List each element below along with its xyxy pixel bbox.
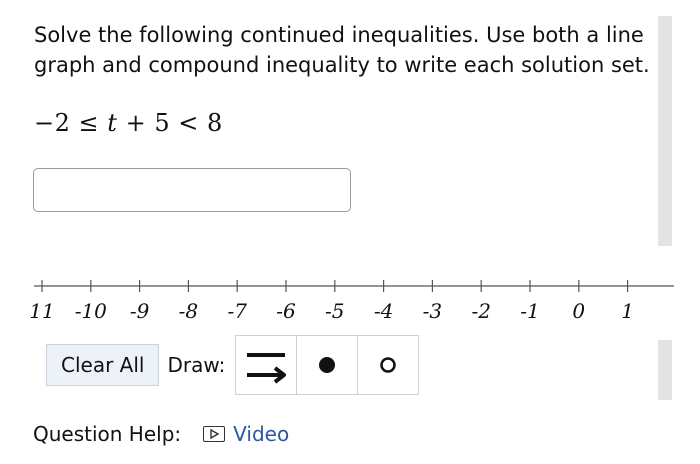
open-dot-tool-button[interactable] bbox=[358, 336, 419, 394]
ray-tool-button[interactable] bbox=[236, 336, 298, 394]
expression-op2: < bbox=[178, 109, 199, 137]
closed-dot-icon bbox=[319, 357, 336, 373]
expression-variable: t bbox=[107, 109, 118, 137]
expression-op1: ≤ bbox=[78, 109, 100, 137]
expression-lhs: −2 bbox=[34, 109, 71, 137]
open-dot-icon bbox=[380, 357, 397, 373]
question-text: Solve the following continued inequaliti… bbox=[34, 23, 650, 77]
scrollbar-bottom[interactable] bbox=[658, 340, 672, 400]
expression-rhs: 8 bbox=[207, 109, 223, 137]
number-line[interactable]: 11 -10 -9 -8 -7 -6 -5 -4 -3 -2 -1 0 1 bbox=[0, 270, 700, 330]
graph-toolbar: Clear All Draw: bbox=[46, 335, 420, 395]
question-help: Question Help: Video bbox=[33, 422, 289, 446]
video-link-label: Video bbox=[233, 422, 290, 446]
scrollbar-top[interactable] bbox=[658, 16, 672, 246]
number-line-tick-label: -2 bbox=[471, 299, 490, 323]
number-line-tick-label: -8 bbox=[179, 299, 198, 323]
number-line-tick-label: 0 bbox=[572, 299, 585, 323]
number-line-tick-label: 1 bbox=[621, 299, 634, 323]
video-play-icon bbox=[203, 426, 226, 442]
closed-dot-tool-button[interactable] bbox=[297, 336, 359, 394]
clear-all-button[interactable]: Clear All bbox=[46, 344, 160, 386]
number-line-tick-label: -7 bbox=[227, 299, 247, 323]
number-line-tick-label: -5 bbox=[325, 299, 344, 323]
expression-constant: 5 bbox=[154, 109, 171, 137]
draw-label: Draw: bbox=[167, 353, 226, 377]
number-line-tick-label: -4 bbox=[374, 299, 393, 323]
ray-tool-icon bbox=[247, 353, 287, 384]
number-line-tick-label: -3 bbox=[423, 299, 442, 323]
video-link[interactable]: Video bbox=[203, 422, 289, 446]
number-line-tick-label: -10 bbox=[75, 299, 107, 323]
answer-input[interactable] bbox=[33, 168, 351, 212]
expression-plus: + bbox=[125, 109, 147, 137]
draw-tool-group bbox=[235, 335, 420, 395]
number-line-tick-label: 11 bbox=[29, 299, 54, 323]
question-help-label: Question Help: bbox=[33, 422, 182, 446]
inequality-expression: −2 ≤ t + 5 < 8 bbox=[34, 109, 223, 137]
number-line-tick-label: -1 bbox=[520, 299, 539, 323]
number-line-tick-label: -9 bbox=[130, 299, 150, 323]
number-line-tick-label: -6 bbox=[276, 299, 296, 323]
